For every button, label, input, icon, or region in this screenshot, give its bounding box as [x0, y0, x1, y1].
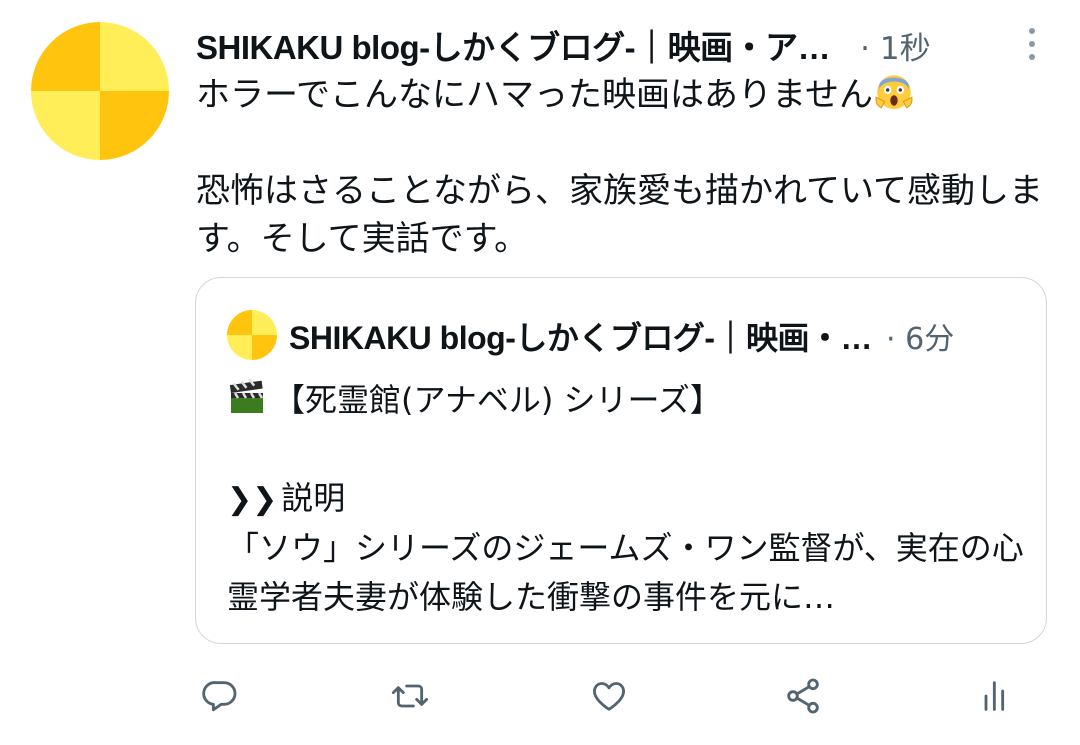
tweet-text: ホラーでこんなにハマった映画はありません 恐怖はさることながら、家族愛も描かれて… [196, 70, 1046, 263]
tweet-time[interactable]: · 1秒 [860, 23, 930, 68]
quoted-avatar [227, 310, 277, 360]
tweet-header: SHIKAKU blog-しかくブログ-｜映画・ア… · 1秒 [196, 20, 1056, 70]
chevron-double-right-icon: ❯❯ [227, 482, 278, 517]
reply-icon[interactable] [196, 672, 244, 720]
clapper-board-icon [229, 378, 264, 413]
like-icon[interactable] [585, 672, 633, 720]
quoted-header: SHIKAKU blog-しかくブログ-｜映画・… · 6分 [289, 312, 1016, 360]
tweet-text-rest: 恐怖はさることながら、家族愛も描かれていて感動します。そして実話です。 [196, 171, 1043, 259]
quoted-time: · 6分 [886, 322, 955, 357]
tweet-text-line1: ホラーでこんなにハマった映画はありません [196, 75, 873, 115]
action-bar [196, 672, 1046, 722]
share-icon[interactable] [779, 672, 827, 720]
quoted-title: 【死霊館(アナベル) シリーズ】 [273, 381, 722, 419]
views-icon[interactable] [972, 672, 1020, 720]
quoted-tweet[interactable]: SHIKAKU blog-しかくブログ-｜映画・… · 6分 【死霊館(アナベル… [195, 277, 1047, 644]
more-options-icon[interactable] [1012, 24, 1052, 64]
face-screaming-in-fear-icon [875, 75, 913, 109]
quoted-section-label: 説明 [281, 479, 346, 517]
author-name[interactable]: SHIKAKU blog-しかくブログ-｜映画・ア… [196, 21, 831, 69]
quoted-description: 「ソウ」シリーズのジェームズ・ワン監督が、実在の心霊学者夫妻が体験した衝撃の事件… [227, 529, 1024, 616]
avatar[interactable] [31, 22, 169, 160]
quoted-author-name: SHIKAKU blog-しかくブログ-｜映画・… [289, 320, 873, 356]
retweet-icon[interactable] [386, 672, 434, 720]
quoted-text: 【死霊館(アナベル) シリーズ】 ❯❯ 説明 「ソウ」シリーズのジェームズ・ワン監… [227, 376, 1027, 622]
